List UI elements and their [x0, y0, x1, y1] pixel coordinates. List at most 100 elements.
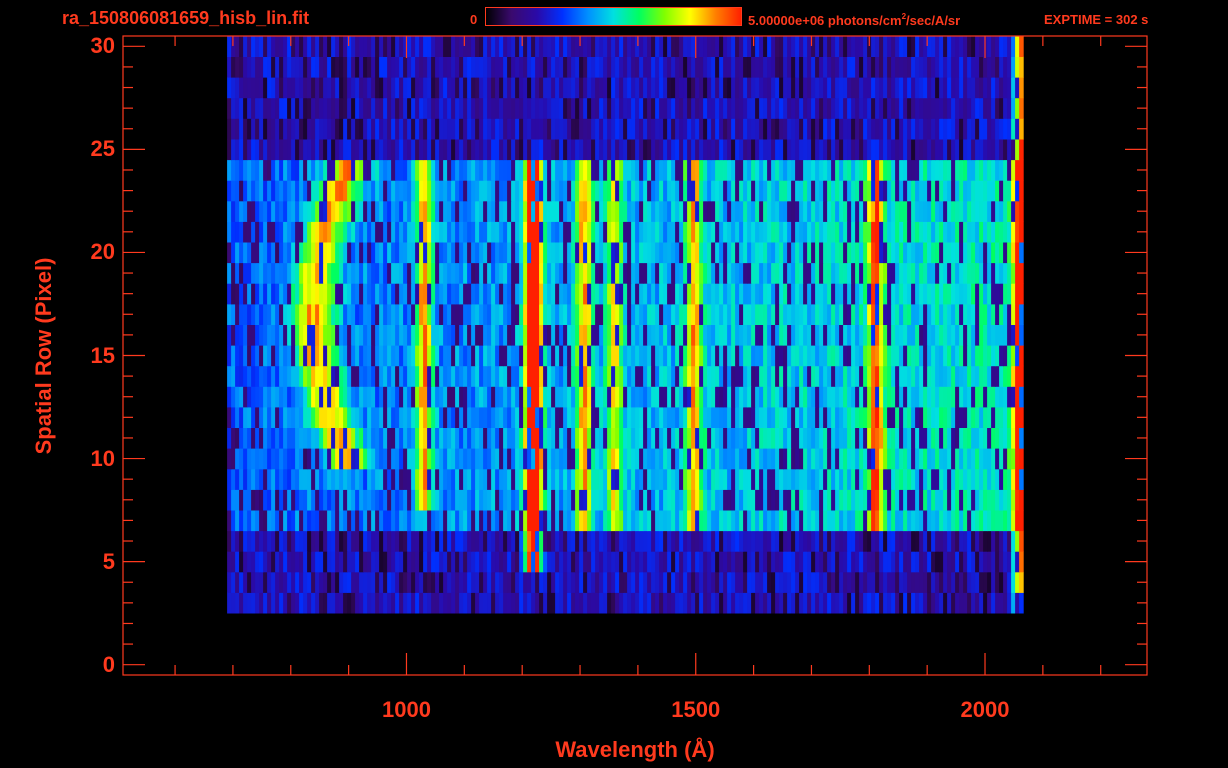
- heatmap-cell: [815, 530, 820, 552]
- heatmap-cell: [779, 571, 784, 593]
- heatmap-cell: [939, 139, 944, 161]
- heatmap-cell: [483, 283, 488, 305]
- heatmap-cell: [383, 551, 388, 573]
- heatmap-cell: [699, 283, 704, 305]
- heatmap-cell: [599, 407, 604, 428]
- heatmap-cell: [403, 304, 408, 325]
- heatmap-cell: [347, 530, 352, 552]
- heatmap-cell: [999, 324, 1004, 346]
- heatmap-cell: [455, 571, 460, 593]
- heatmap-cell: [883, 468, 888, 490]
- heatmap-cell: [843, 200, 848, 222]
- heatmap-cell: [819, 180, 824, 202]
- heatmap-cell: [631, 510, 636, 532]
- heatmap-cell: [879, 118, 884, 140]
- heatmap-cell: [923, 324, 928, 346]
- heatmap-cell: [795, 97, 800, 119]
- heatmap-cell: [891, 468, 896, 490]
- heatmap-cell: [271, 159, 276, 181]
- heatmap-cell: [635, 180, 640, 202]
- heatmap-cell: [659, 489, 664, 511]
- heatmap-cell: [963, 530, 968, 552]
- heatmap-cell: [687, 283, 692, 305]
- heatmap-cell: [963, 97, 968, 119]
- heatmap-cell: [955, 592, 960, 614]
- heatmap-cell: [891, 262, 896, 284]
- heatmap-cell: [527, 489, 532, 511]
- heatmap-cell: [939, 283, 944, 305]
- heatmap-cell: [615, 139, 620, 161]
- heatmap-cell: [535, 139, 540, 161]
- heatmap-cell: [883, 139, 888, 161]
- heatmap-cell: [267, 448, 272, 470]
- heatmap-cell: [787, 304, 792, 325]
- heatmap-cell: [327, 427, 332, 449]
- heatmap-cell: [367, 221, 372, 243]
- heatmap-cell: [535, 159, 540, 181]
- heatmap-cell: [407, 407, 412, 428]
- heatmap-cell: [975, 386, 980, 408]
- heatmap-cell: [891, 159, 896, 181]
- heatmap-cell: [943, 427, 948, 449]
- heatmap-cell: [875, 345, 880, 367]
- heatmap-cell: [895, 510, 900, 532]
- heatmap-cell: [503, 365, 508, 387]
- heatmap-cell: [935, 407, 940, 428]
- heatmap-cell: [471, 118, 476, 140]
- heatmap-cell: [899, 180, 904, 202]
- heatmap-cell: [435, 262, 440, 284]
- heatmap-cell: [803, 510, 808, 532]
- heatmap-cell: [943, 118, 948, 140]
- heatmap-cell: [487, 468, 492, 490]
- heatmap-cell: [563, 118, 568, 140]
- heatmap-cell: [471, 427, 476, 449]
- heatmap-cell: [547, 324, 552, 346]
- heatmap-cell: [403, 345, 408, 367]
- heatmap-cell: [979, 468, 984, 490]
- heatmap-cell: [999, 489, 1004, 511]
- heatmap-cell: [407, 159, 412, 181]
- heatmap-cell: [259, 304, 264, 325]
- heatmap-cell: [691, 180, 696, 202]
- heatmap-cell: [943, 510, 948, 532]
- heatmap-cell: [875, 324, 880, 346]
- heatmap-cell: [647, 489, 652, 511]
- heatmap-cell: [247, 200, 252, 222]
- heatmap-cell: [751, 365, 756, 387]
- heatmap-cell: [779, 386, 784, 408]
- heatmap-cell: [615, 510, 620, 532]
- heatmap-cell: [339, 345, 344, 367]
- heatmap-cell: [335, 551, 340, 573]
- heatmap-cell: [315, 510, 320, 532]
- heatmap-cell: [751, 283, 756, 305]
- heatmap-cell: [467, 427, 472, 449]
- heatmap-cell: [895, 304, 900, 325]
- heatmap-cell: [651, 242, 656, 264]
- heatmap-cell: [387, 200, 392, 222]
- heatmap-cell: [863, 530, 868, 552]
- heatmap-cell: [487, 448, 492, 470]
- heatmap-cell: [383, 530, 388, 552]
- heatmap-cell: [515, 221, 520, 243]
- heatmap-cell: [991, 200, 996, 222]
- heatmap-cell: [371, 221, 376, 243]
- heatmap-cell: [567, 592, 572, 614]
- heatmap-cell: [411, 448, 416, 470]
- heatmap-cell: [527, 345, 532, 367]
- heatmap-cell: [291, 262, 296, 284]
- heatmap-cell: [771, 571, 776, 593]
- heatmap-cell: [755, 365, 760, 387]
- heatmap-cell: [747, 262, 752, 284]
- heatmap-cell: [915, 221, 920, 243]
- heatmap-cell: [747, 427, 752, 449]
- heatmap-cell: [863, 489, 868, 511]
- heatmap-cell: [379, 180, 384, 202]
- heatmap-cell: [983, 221, 988, 243]
- heatmap-cell: [703, 365, 708, 387]
- heatmap-cell: [567, 304, 572, 325]
- heatmap-cell: [615, 592, 620, 614]
- heatmap-cell: [563, 221, 568, 243]
- heatmap-cell: [879, 221, 884, 243]
- heatmap-cell: [227, 221, 232, 243]
- heatmap-cell: [731, 139, 736, 161]
